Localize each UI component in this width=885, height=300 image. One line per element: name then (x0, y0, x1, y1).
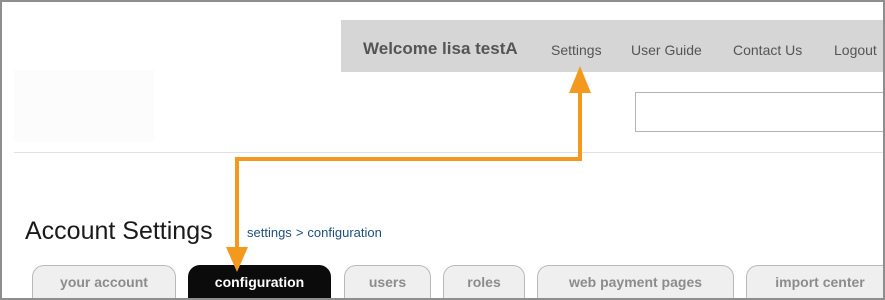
breadcrumb-settings-link[interactable]: settings (247, 225, 292, 240)
breadcrumb-separator: > (295, 225, 304, 240)
logo-area (14, 70, 154, 142)
breadcrumb: settings > configuration (247, 225, 382, 240)
header-divider (14, 152, 883, 153)
settings-link[interactable]: Settings (551, 42, 602, 58)
tab-configuration[interactable]: configuration (188, 265, 331, 298)
welcome-text: Welcome lisa testA (363, 39, 518, 58)
user-guide-link[interactable]: User Guide (631, 42, 702, 58)
tab-your-account[interactable]: your account (32, 265, 176, 298)
app-frame: Welcome lisa testA Settings User Guide C… (0, 0, 885, 300)
top-bar: Welcome lisa testA Settings User Guide C… (341, 20, 883, 72)
tab-roles[interactable]: roles (443, 265, 525, 298)
tab-web-payment-pages[interactable]: web payment pages (537, 265, 734, 298)
page-title: Account Settings (25, 217, 213, 245)
tab-users[interactable]: users (344, 265, 431, 298)
breadcrumb-configuration-link[interactable]: configuration (307, 225, 381, 240)
logout-link[interactable]: Logout (834, 42, 877, 58)
tab-import-center[interactable]: import center (746, 265, 883, 298)
contact-us-link[interactable]: Contact Us (733, 42, 802, 58)
search-input[interactable] (635, 92, 883, 132)
